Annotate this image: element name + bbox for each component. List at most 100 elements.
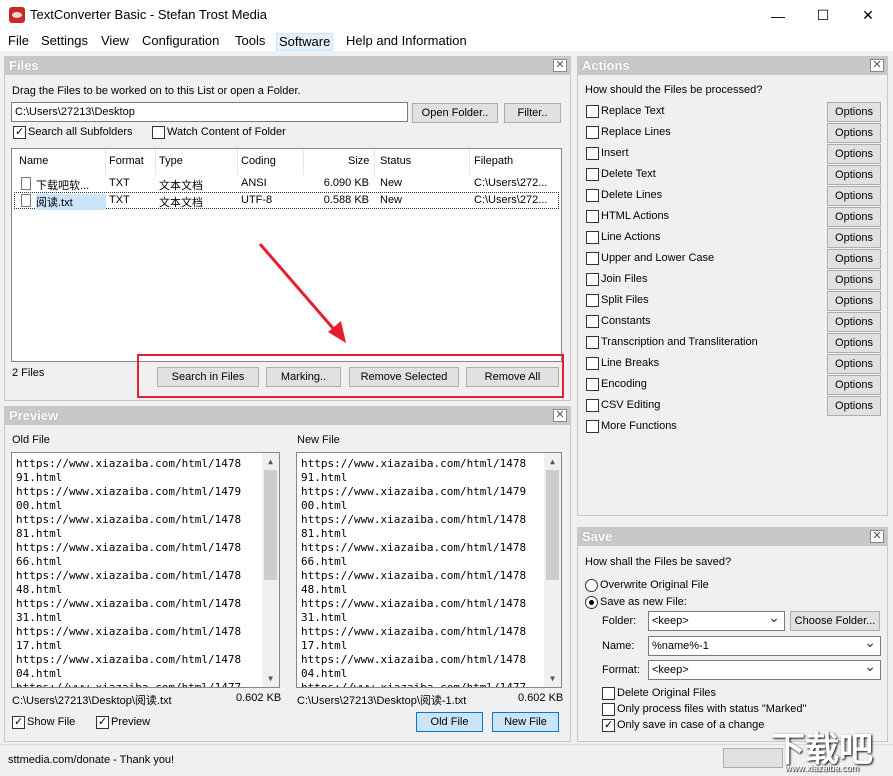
new-file-path: C:\Users\27213\Desktop\阅读-1.txt	[297, 695, 467, 707]
action-checkbox-join-files[interactable]	[586, 273, 599, 286]
action-options-button-insert[interactable]: Options	[827, 144, 881, 164]
action-checkbox-more-functions[interactable]	[586, 420, 599, 433]
menu-software[interactable]: Software	[276, 33, 334, 51]
scroll-up-icon[interactable]: ▲	[262, 453, 279, 470]
name-select[interactable]: %name%-1	[648, 636, 881, 656]
menu-settings[interactable]: Settings	[39, 33, 90, 51]
col-name[interactable]: Name	[19, 155, 48, 167]
scroll-down-icon[interactable]: ▼	[262, 670, 279, 687]
only-marked-label: Only process files with status "Marked"	[617, 703, 807, 715]
save-new-radio[interactable]	[585, 596, 598, 609]
delete-original-checkbox[interactable]	[602, 687, 615, 700]
menu-tools[interactable]: Tools	[233, 33, 267, 51]
action-options-button-html-actions[interactable]: Options	[827, 207, 881, 227]
maximize-button[interactable]: ☐	[800, 0, 846, 31]
action-label-transcription-and-transliteration: Transcription and Transliteration	[601, 336, 758, 348]
text-file-icon	[21, 177, 31, 190]
action-label-replace-text: Replace Text	[601, 105, 665, 117]
old-file-preview[interactable]: https://www.xiazaiba.com/html/1477 04.htm…	[11, 452, 280, 688]
action-options-button-line-breaks[interactable]: Options	[827, 354, 881, 374]
close-button[interactable]: ✕	[845, 0, 891, 31]
col-size[interactable]: Size	[348, 155, 369, 167]
action-options-button-replace-lines[interactable]: Options	[827, 123, 881, 143]
window-title: TextConverter Basic - Stefan Trost Media	[30, 7, 267, 22]
open-folder-button[interactable]: Open Folder..	[412, 103, 498, 123]
search-subfolders-checkbox[interactable]	[13, 125, 26, 139]
col-coding[interactable]: Coding	[241, 155, 276, 167]
new-file-size: 0.602 KB	[518, 692, 564, 704]
action-checkbox-line-actions[interactable]	[586, 231, 599, 244]
menu-view[interactable]: View	[99, 33, 131, 51]
old-file-button[interactable]: Old File	[416, 712, 483, 732]
action-checkbox-replace-lines[interactable]	[586, 126, 599, 139]
preview-line: https://www.xiazaiba.com/html/1478	[301, 597, 527, 610]
action-checkbox-constants[interactable]	[586, 315, 599, 328]
scroll-down-icon[interactable]: ▼	[544, 670, 561, 687]
action-label-delete-text: Delete Text	[601, 168, 656, 180]
action-options-button-csv-editing[interactable]: Options	[827, 396, 881, 416]
old-preview-scrollbar[interactable]: ▲ ▼	[262, 453, 279, 687]
format-select[interactable]: <keep>	[648, 660, 881, 680]
action-checkbox-insert[interactable]	[586, 147, 599, 160]
new-preview-scrollbar[interactable]: ▲ ▼	[544, 453, 561, 687]
folder-select[interactable]: <keep>	[648, 611, 785, 631]
menu-configuration[interactable]: Configuration	[140, 33, 221, 51]
action-options-button-line-actions[interactable]: Options	[827, 228, 881, 248]
action-checkbox-html-actions[interactable]	[586, 210, 599, 223]
folder-path-input[interactable]: C:\Users\27213\Desktop	[11, 102, 408, 122]
action-options-button-delete-lines[interactable]: Options	[827, 186, 881, 206]
table-row[interactable]: 阅读.txt TXT 文本文档 UTF-8 0.588 KB New C:\Us…	[14, 192, 559, 210]
action-options-button-split-files[interactable]: Options	[827, 291, 881, 311]
choose-folder-button[interactable]: Choose Folder...	[790, 611, 880, 631]
overwrite-radio[interactable]	[585, 579, 598, 592]
action-options-button-transcription-and-transliteration[interactable]: Options	[827, 333, 881, 353]
menu-help[interactable]: Help and Information	[344, 33, 469, 51]
action-options-button-join-files[interactable]: Options	[827, 270, 881, 290]
action-options-button-replace-text[interactable]: Options	[827, 102, 881, 122]
scroll-thumb[interactable]	[546, 470, 559, 580]
action-options-button-encoding[interactable]: Options	[827, 375, 881, 395]
filter-button[interactable]: Filter..	[504, 103, 561, 123]
col-type[interactable]: Type	[159, 155, 183, 167]
minimize-button[interactable]: —	[755, 0, 801, 31]
files-panel-close-icon[interactable]: ✕	[553, 59, 567, 72]
preview-checkbox[interactable]	[96, 715, 109, 729]
col-format[interactable]: Format	[109, 155, 144, 167]
action-options-button-upper-and-lower-case[interactable]: Options	[827, 249, 881, 269]
action-label-more-functions: More Functions	[601, 420, 677, 432]
action-options-button-constants[interactable]: Options	[827, 312, 881, 332]
action-checkbox-delete-lines[interactable]	[586, 189, 599, 202]
file-status: New	[380, 177, 403, 189]
action-checkbox-split-files[interactable]	[586, 294, 599, 307]
preview-panel-close-icon[interactable]: ✕	[553, 409, 567, 422]
new-file-preview[interactable]: https://www.xiazaiba.com/html/1477 04.htm…	[296, 452, 562, 688]
scroll-up-icon[interactable]: ▲	[544, 453, 561, 470]
action-checkbox-encoding[interactable]	[586, 378, 599, 391]
action-label-join-files: Join Files	[601, 273, 648, 285]
actions-question: How should the Files be processed?	[585, 84, 763, 96]
save-panel-close-icon[interactable]: ✕	[870, 530, 884, 543]
table-row[interactable]: 下载吧软... TXT 文本文档 ANSI 6.090 KB New C:\Us…	[14, 175, 559, 192]
col-status[interactable]: Status	[380, 155, 411, 167]
action-checkbox-upper-and-lower-case[interactable]	[586, 252, 599, 265]
action-checkbox-transcription-and-transliteration[interactable]	[586, 336, 599, 349]
menu-file[interactable]: File	[6, 33, 31, 51]
action-options-button-delete-text[interactable]: Options	[827, 165, 881, 185]
new-file-button[interactable]: New File	[492, 712, 559, 732]
only-change-checkbox[interactable]	[602, 718, 615, 732]
action-checkbox-delete-text[interactable]	[586, 168, 599, 181]
scroll-thumb[interactable]	[264, 470, 277, 580]
watch-content-checkbox[interactable]	[152, 126, 165, 139]
col-filepath[interactable]: Filepath	[474, 155, 513, 167]
file-type: 文本文档	[159, 180, 203, 192]
show-file-checkbox[interactable]	[12, 715, 25, 729]
file-path: C:\Users\272...	[474, 177, 548, 189]
action-checkbox-csv-editing[interactable]	[586, 399, 599, 412]
name-label: Name:	[602, 640, 635, 652]
preview-line: https://www.xiazaiba.com/html/1478	[16, 457, 242, 470]
only-marked-checkbox[interactable]	[602, 703, 615, 716]
save-panel-header: Save ✕	[578, 528, 887, 546]
actions-panel-close-icon[interactable]: ✕	[870, 59, 884, 72]
action-checkbox-line-breaks[interactable]	[586, 357, 599, 370]
action-checkbox-replace-text[interactable]	[586, 105, 599, 118]
